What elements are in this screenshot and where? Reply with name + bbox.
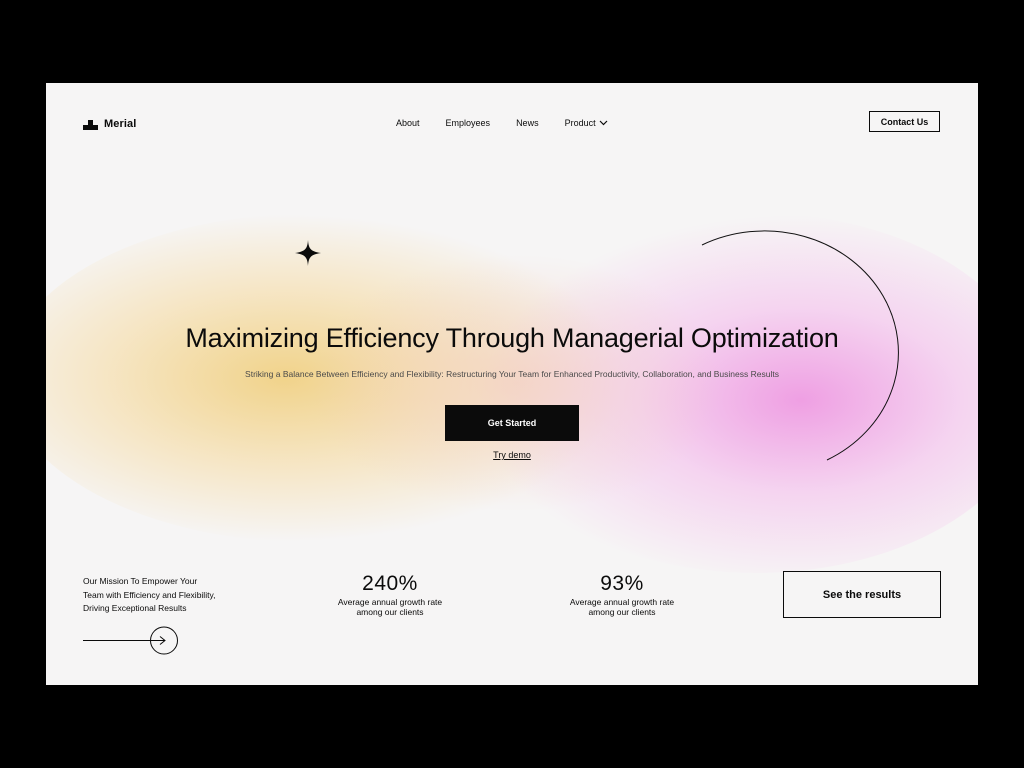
nav-item-news[interactable]: News xyxy=(516,118,539,128)
mission-line: Driving Exceptional Results xyxy=(83,603,187,613)
get-started-button[interactable]: Get Started xyxy=(445,405,579,441)
nav-item-label: About xyxy=(396,118,420,128)
hero-subtitle: Striking a Balance Between Efficiency an… xyxy=(245,369,779,379)
nav-item-label: Employees xyxy=(445,118,491,128)
mission-line: Team with Efficiency and Flexibility, xyxy=(83,589,216,600)
nav-item-label: News xyxy=(516,118,539,128)
peach-gradient-glow xyxy=(306,253,726,513)
sparkle-icon xyxy=(295,240,321,271)
try-demo-link[interactable]: Try demo xyxy=(493,450,531,460)
stat-growth-rate: 240% Average annual growth rate among ou… xyxy=(315,571,465,617)
checker-blocks-icon xyxy=(83,117,100,130)
nav-item-product[interactable]: Product xyxy=(565,118,608,128)
hero-title: Maximizing Efficiency Through Managerial… xyxy=(185,323,839,353)
arrow-right-icon[interactable] xyxy=(83,626,179,661)
chevron-down-icon xyxy=(599,118,608,128)
mission-statement: Our Mission To Empower Your Team with Ef… xyxy=(83,575,253,616)
stat-value: 93% xyxy=(600,572,644,595)
nav-item-label: Product xyxy=(564,118,596,128)
stat-description: among our clients xyxy=(588,607,656,617)
landing-page: Merial About Employees News Product Cont… xyxy=(46,83,978,685)
contact-us-button[interactable]: Contact Us xyxy=(869,111,940,132)
main-nav: About Employees News Product xyxy=(396,118,608,128)
stat-value: 240% xyxy=(362,572,418,595)
see-results-button[interactable]: See the results xyxy=(783,571,941,618)
stat-growth-rate: 93% Average annual growth rate among our… xyxy=(547,571,697,617)
brand-name: Merial xyxy=(104,117,137,130)
stat-description: Average annual growth rate xyxy=(337,597,443,607)
try-demo-row: Try demo xyxy=(46,450,978,460)
mission-line: Our Mission To Empower Your xyxy=(83,576,198,586)
nav-item-about[interactable]: About xyxy=(396,118,420,128)
stat-description: among our clients xyxy=(356,607,424,617)
stat-description: Average annual growth rate xyxy=(569,597,675,607)
nav-item-employees[interactable]: Employees xyxy=(446,118,491,128)
brand-logo[interactable]: Merial xyxy=(83,117,136,130)
